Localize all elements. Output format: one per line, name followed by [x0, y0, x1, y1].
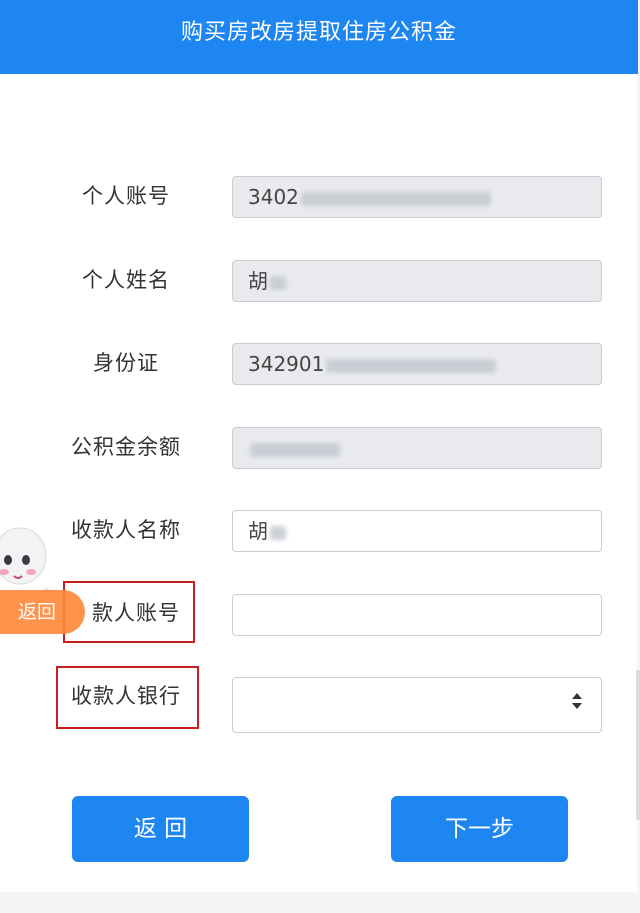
payee-bank-highlight-box	[56, 666, 199, 729]
personal-name-value: 胡	[248, 269, 268, 293]
personal-account-label: 个人账号	[82, 184, 170, 208]
select-arrows-icon	[572, 693, 582, 709]
mascot-icon	[0, 527, 50, 596]
back-button[interactable]: 返 回	[72, 796, 249, 862]
payee-name-label: 收款人名称	[71, 518, 181, 542]
masked-value	[300, 191, 491, 206]
masked-value	[270, 525, 286, 540]
payee-name-input[interactable]: 胡	[232, 510, 602, 552]
masked-value	[250, 442, 340, 457]
id-card-label: 身份证	[93, 351, 159, 375]
personal-name-field: 胡	[232, 260, 602, 302]
scrollbar[interactable]	[636, 670, 640, 820]
id-card-field: 342901	[232, 343, 602, 385]
payee-bank-select[interactable]	[232, 677, 602, 733]
balance-label: 公积金余额	[71, 435, 181, 459]
next-step-button[interactable]: 下一步	[391, 796, 568, 862]
id-card-value: 342901	[248, 352, 325, 376]
personal-account-field: 3402	[232, 176, 602, 218]
page-title: 购买房改房提取住房公积金	[0, 0, 638, 74]
page: 购买房改房提取住房公积金 个人账号 3402 个人姓名 胡 身份证 342901…	[0, 0, 640, 913]
payee-account-input[interactable]	[232, 594, 602, 636]
payee-name-value: 胡	[248, 519, 268, 543]
form-card: 个人账号 3402 个人姓名 胡 身份证 342901 公积金余额 收款人名称 …	[0, 74, 637, 892]
masked-value	[270, 275, 286, 290]
masked-value	[326, 358, 497, 373]
personal-account-value: 3402	[248, 185, 299, 209]
personal-name-label: 个人姓名	[82, 268, 170, 292]
floating-return-button[interactable]: 返回	[0, 590, 85, 634]
balance-field	[232, 427, 602, 469]
